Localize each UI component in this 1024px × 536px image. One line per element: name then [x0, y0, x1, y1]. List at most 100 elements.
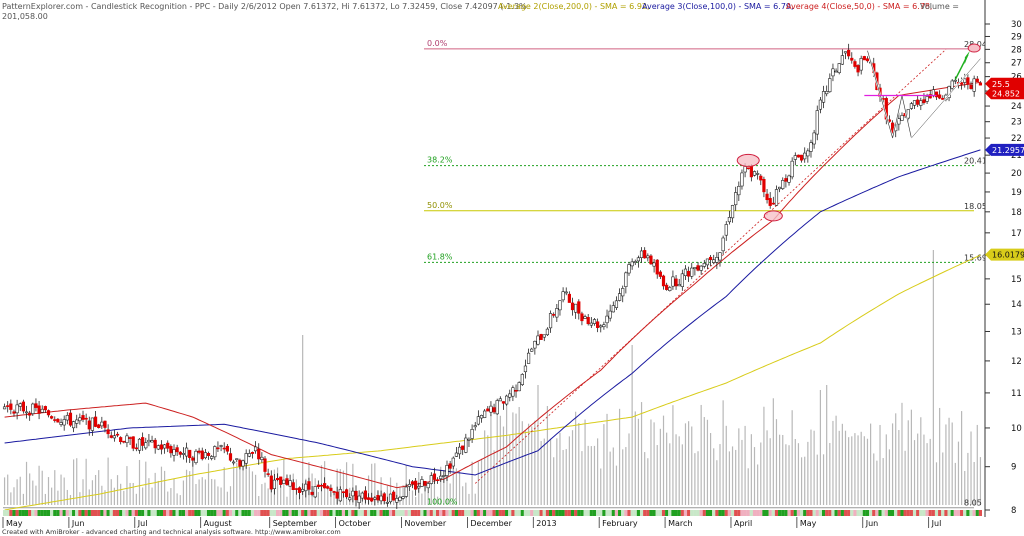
strip-cell [319, 510, 324, 516]
strip-cell [611, 510, 615, 516]
candle-up [203, 452, 207, 459]
volume-bar [85, 458, 87, 505]
fib-percent-label: 38.2% [427, 156, 453, 165]
volume-bar [637, 418, 640, 505]
candle-down [175, 447, 179, 453]
strip-cell [43, 510, 47, 516]
candle-up [112, 435, 116, 439]
strip-cell [784, 510, 788, 516]
volume-bar [107, 457, 109, 505]
volume-bar [697, 451, 699, 505]
strip-cell [59, 510, 63, 516]
candle-down [938, 94, 942, 99]
plot-background [0, 0, 985, 517]
strip-cell [398, 510, 402, 516]
candle-down [392, 491, 396, 501]
volume-bar [757, 464, 759, 505]
strip-cell [875, 510, 879, 516]
strip-cell [68, 510, 73, 516]
strip-cell [972, 510, 976, 516]
candle-up [787, 175, 791, 183]
x-tick-label: March [668, 519, 692, 528]
x-tick-label: Jul [137, 519, 148, 528]
volume-bar [882, 458, 884, 505]
candle-down [586, 317, 590, 325]
candle-down [448, 463, 452, 469]
candle-up [542, 334, 546, 338]
x-tick-label: September [273, 519, 318, 528]
volume-bar [549, 438, 552, 505]
candle-down [461, 445, 465, 450]
volume-bar [945, 424, 947, 505]
volume-bar [857, 435, 859, 505]
volume-bar [571, 430, 574, 505]
strip-cell [436, 510, 440, 516]
volume-legend: Volume = [920, 2, 959, 11]
volume-bar [804, 456, 806, 505]
candle-down [50, 416, 54, 419]
strip-cell [683, 510, 688, 516]
strip-cell [21, 510, 25, 516]
pattern-marker [736, 153, 760, 167]
candle-up [545, 328, 550, 336]
strip-cell [900, 510, 904, 516]
candle-up [244, 453, 248, 464]
candle-up [137, 438, 142, 451]
candle-up [489, 405, 493, 413]
volume-bar [634, 411, 636, 505]
volume-bar [593, 445, 596, 505]
strip-cell [592, 510, 597, 516]
strip-cell [953, 510, 957, 516]
candle-up [62, 419, 66, 426]
candle-up [235, 458, 239, 461]
candle-down [335, 491, 339, 499]
candle-up [72, 421, 76, 429]
volume-bar [672, 405, 674, 505]
strip-cell [800, 510, 804, 516]
strip-cell [545, 510, 549, 516]
strip-cell [150, 510, 154, 516]
candle-down [200, 450, 204, 460]
volume-bar [920, 417, 922, 505]
strip-cell [787, 510, 791, 516]
strip-cell [310, 510, 314, 516]
volume-bar [618, 408, 621, 505]
volume-bar [120, 483, 122, 505]
volume-bar [735, 449, 737, 505]
volume-bar [35, 485, 37, 505]
volume-bar [565, 449, 567, 505]
strip-cell [649, 510, 653, 516]
strip-cell [624, 510, 628, 516]
volume-bar [98, 470, 100, 505]
candle-down [687, 270, 691, 277]
candle-up [721, 237, 725, 252]
candle-up [743, 166, 747, 173]
candle-down [9, 403, 13, 410]
candle-down [975, 78, 979, 82]
strip-cell [15, 510, 19, 516]
strip-cell [577, 510, 581, 516]
candle-up [40, 408, 44, 413]
candle-down [46, 410, 51, 416]
y-tick-label: 17 [1011, 229, 1022, 239]
strip-cell [511, 510, 515, 516]
strip-cell [228, 510, 233, 516]
volume-bar [38, 465, 40, 505]
candle-down [376, 494, 380, 501]
strip-cell [213, 510, 217, 516]
x-tick-label: Jun [71, 519, 85, 528]
strip-cell [200, 510, 204, 516]
strip-cell [147, 510, 151, 516]
strip-cell [373, 510, 377, 516]
candle-up [162, 444, 167, 449]
candle-up [712, 259, 716, 263]
strip-cell [548, 510, 553, 516]
strip-cell [498, 510, 502, 516]
volume-bar [584, 419, 586, 505]
strip-cell [752, 510, 757, 516]
candle-down [316, 484, 320, 488]
strip-cell [884, 510, 888, 516]
volume-bar [832, 420, 834, 505]
volume-bar [923, 434, 925, 505]
pattern-marker [967, 43, 981, 53]
